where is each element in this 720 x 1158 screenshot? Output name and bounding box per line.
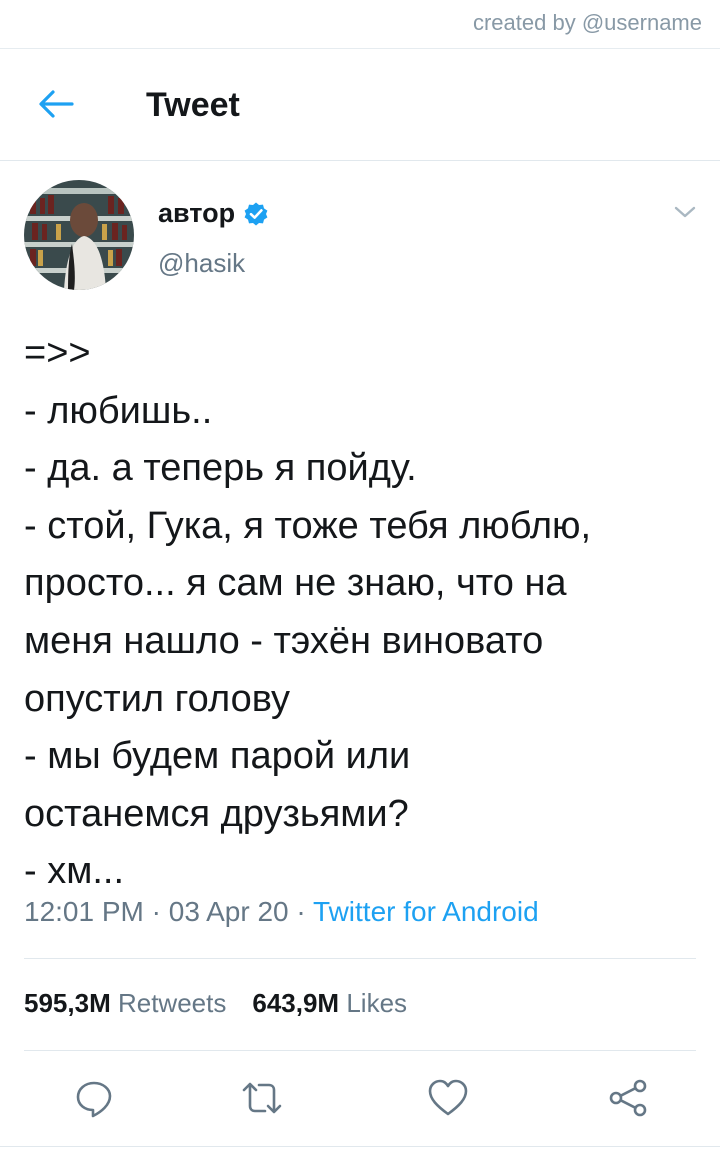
avatar-photo xyxy=(24,180,134,290)
retweets-count: 595,3M xyxy=(24,988,111,1018)
bottom-divider xyxy=(0,1146,720,1147)
verified-badge-icon xyxy=(244,202,268,225)
tweet-line: останемся друзьями? xyxy=(24,792,409,835)
likes-count: 643,9M xyxy=(252,988,340,1018)
likes-stat[interactable]: 643,9M Likes xyxy=(252,988,407,1018)
tweet-line: просто... я сам не знаю, что на xyxy=(24,562,567,605)
tweet-text: =>> - любишь.. - да. а теперь я пойду. -… xyxy=(24,325,704,901)
like-button[interactable] xyxy=(426,1076,470,1120)
tweet-line: опустил голову xyxy=(24,677,291,720)
tweet-line: =>> xyxy=(24,332,91,374)
header-divider xyxy=(0,160,720,161)
likes-label: Likes xyxy=(346,988,408,1018)
chevron-down-icon xyxy=(674,206,696,218)
retweet-button[interactable] xyxy=(240,1076,284,1120)
header: Tweet xyxy=(0,48,720,160)
meta-separator: · xyxy=(143,896,169,927)
author-name-row[interactable]: автор xyxy=(158,198,269,229)
tweet-line: - любишь.. xyxy=(24,389,213,432)
tweet-line: - да. а теперь я пойду. xyxy=(24,447,417,490)
tweet-line: - стой, Гука, я тоже тебя люблю, xyxy=(24,504,592,547)
like-icon xyxy=(428,1079,468,1116)
avatar[interactable] xyxy=(24,180,134,290)
stats-divider xyxy=(24,1050,696,1051)
tweet-date: 03 Apr 20 xyxy=(168,896,289,927)
tweet-stats: 595,3M Retweets 643,9M Likes xyxy=(24,988,407,1019)
share-icon xyxy=(609,1079,647,1117)
tweet-source-link[interactable]: Twitter for Android xyxy=(313,896,539,927)
more-options-button[interactable] xyxy=(670,200,700,224)
meta-separator: · xyxy=(288,896,314,927)
author-name: автор xyxy=(158,198,236,228)
watermark: created by @username xyxy=(472,10,702,35)
retweets-stat[interactable]: 595,3M Retweets xyxy=(24,988,226,1018)
tweet-time: 12:01 PM xyxy=(24,896,144,927)
retweet-icon xyxy=(242,1082,282,1114)
author-handle[interactable]: @hasik xyxy=(158,248,245,279)
tweet-line: - хм... xyxy=(24,850,125,893)
retweets-label: Retweets xyxy=(117,988,227,1018)
page-title: Tweet xyxy=(146,86,240,124)
back-button[interactable] xyxy=(34,82,78,126)
share-button[interactable] xyxy=(606,1076,650,1120)
reply-icon xyxy=(76,1081,112,1118)
meta-divider xyxy=(24,958,696,959)
arrow-left-icon xyxy=(39,90,74,118)
tweet-line: - мы будем парой или xyxy=(24,735,411,778)
reply-button[interactable] xyxy=(72,1076,116,1120)
tweet-line: меня нашло - тэхён виновато xyxy=(24,619,544,662)
tweet-meta: 12:01 PM · 03 Apr 20 · Twitter for Andro… xyxy=(24,896,539,928)
